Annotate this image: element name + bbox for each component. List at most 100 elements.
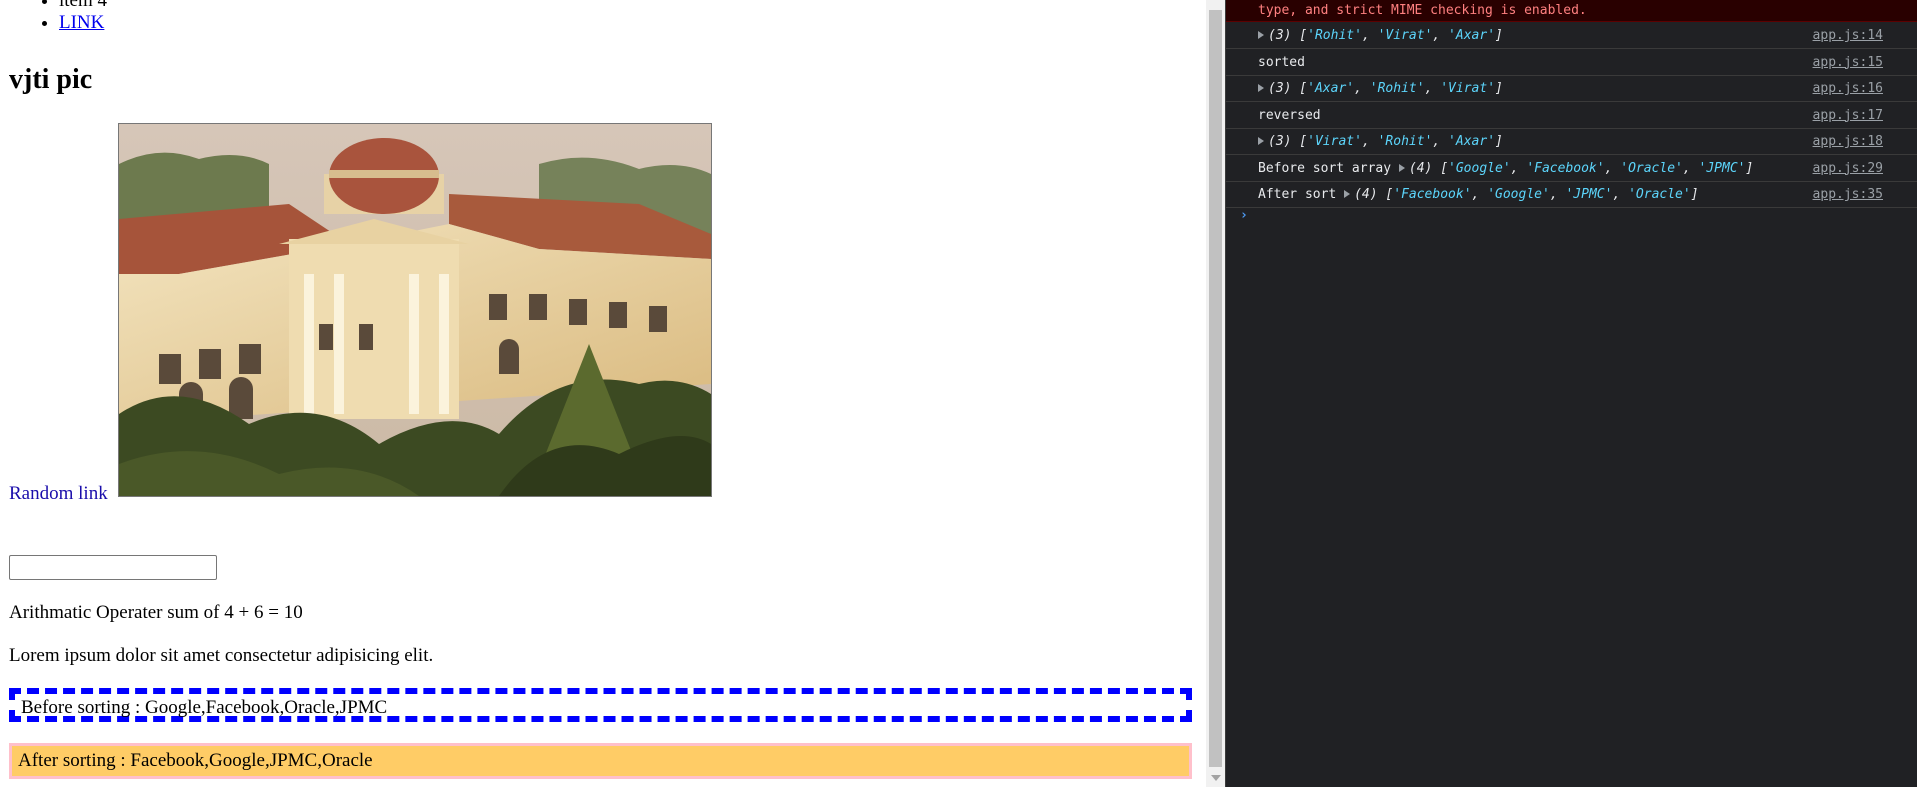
array-bracket: [ [1291,81,1308,96]
source-link[interactable]: app.js:16 [1813,76,1883,101]
console-label: Before sort array [1258,160,1392,176]
quote: ' [1416,81,1425,96]
source-link[interactable]: app.js:15 [1813,50,1883,75]
console-message[interactable]: Before sort array (4) ['Google', 'Facebo… [1258,156,1753,181]
web-page: item 4 LINK vjti pic [0,0,1206,787]
console-label: After sort [1258,187,1337,202]
page-scrollbar[interactable] [1206,0,1225,787]
devtools-console: type, and strict MIME checking is enable… [1225,0,1917,787]
array-string: Oracle [1628,160,1676,176]
array-bracket: [ [1291,28,1308,43]
array-string: Rohit [1385,134,1425,149]
source-link[interactable]: app.js:29 [1813,156,1883,181]
list-link[interactable]: LINK [59,12,104,33]
list-item: LINK [59,12,107,34]
comma: , [1682,160,1699,176]
quote: ' [1369,81,1378,96]
quote: ' [1354,28,1362,43]
item-list: item 4 LINK [0,0,107,34]
expand-triangle-icon[interactable] [1398,163,1405,172]
array-string: JPMC [1573,187,1605,202]
console-row: After sort (4) ['Facebook', 'Google', 'J… [1226,182,1917,208]
console-label: sorted [1258,54,1305,70]
quote: ' [1393,187,1402,202]
quote: ' [1526,160,1535,176]
expand-triangle-icon[interactable] [1344,190,1351,198]
quote: ' [1463,187,1472,202]
quote: ' [1307,28,1315,43]
quote: ' [1448,28,1456,43]
quote: ' [1737,160,1746,176]
array-string: Facebook [1401,187,1464,202]
quote: ' [1596,160,1605,176]
expand-triangle-icon[interactable] [1258,84,1264,92]
array-string: Google [1455,160,1503,176]
console-message[interactable]: (3) ['Virat', 'Rohit', 'Axar'] [1258,129,1503,154]
comma: , [1549,187,1566,202]
quote: ' [1487,81,1496,96]
page-heading: vjti pic [9,64,93,95]
source-link[interactable]: app.js:18 [1813,129,1883,154]
console-error-message: type, and strict MIME checking is enable… [1226,0,1917,22]
comma: , [1510,160,1527,176]
comma: , [1612,187,1629,202]
expand-triangle-icon[interactable] [1258,31,1264,39]
quote: ' [1354,134,1362,149]
console-row: (3) ['Virat', 'Rohit', 'Axar'] app.js:18 [1226,129,1917,155]
array-count: (3) [1268,134,1292,149]
scroll-down-arrow-icon[interactable] [1211,775,1221,781]
array-string: Virat [1448,81,1488,96]
array-string: Axar [1455,134,1488,149]
after-sorting-box: After sorting : Facebook,Google,JPMC,Ora… [9,743,1192,779]
array-bracket: [ [1377,187,1394,202]
quote: ' [1502,160,1511,176]
console-row: Before sort array (4) ['Google', 'Facebo… [1226,156,1917,182]
console-row: (3) ['Axar', 'Rohit', 'Virat'] app.js:16 [1226,76,1917,102]
text-input[interactable] [9,555,217,580]
comma: , [1424,81,1441,96]
quote: ' [1346,81,1355,96]
source-link[interactable]: app.js:17 [1813,103,1883,128]
sum-text: Arithmatic Operater sum of 4 + 6 = 10 [9,602,303,623]
comma: , [1471,187,1488,202]
array-bracket: [ [1432,160,1449,176]
quote: ' [1440,81,1449,96]
comma: , [1604,160,1621,176]
quote: ' [1448,134,1456,149]
array-string: Google [1495,187,1542,202]
array-string: Rohit [1314,28,1355,43]
array-string: Axar [1314,81,1347,96]
array-string: JPMC [1706,160,1738,176]
array-bracket: ] [1690,187,1699,202]
console-row: sorted app.js:15 [1226,50,1917,76]
console-label: reversed [1258,107,1321,123]
vjti-photo [118,123,712,497]
source-link[interactable]: app.js:35 [1813,182,1883,207]
array-bracket: [ [1291,134,1308,149]
array-string: Rohit [1377,81,1417,96]
list-item: item 4 [59,0,107,12]
quote: ' [1307,81,1315,96]
quote: ' [1487,187,1496,202]
console-message: sorted [1258,50,1305,75]
array-count: (4) [1354,187,1378,202]
console-message: reversed [1258,103,1321,128]
source-link[interactable]: app.js:14 [1813,23,1883,48]
array-string: Axar [1455,28,1488,43]
console-message[interactable]: (3) ['Rohit', 'Virat', 'Axar'] [1258,23,1503,48]
console-message[interactable]: (3) ['Axar', 'Rohit', 'Virat'] [1258,76,1503,101]
expand-triangle-icon[interactable] [1258,137,1264,145]
random-link[interactable]: Random link [9,483,108,505]
array-count: (4) [1408,160,1433,176]
console-row: reversed app.js:17 [1226,103,1917,129]
comma: , [1361,134,1378,149]
scroll-thumb[interactable] [1209,10,1222,767]
array-string: Facebook [1534,160,1597,176]
console-prompt[interactable]: › [1240,208,1248,223]
console-message[interactable]: After sort (4) ['Facebook', 'Google', 'J… [1258,182,1699,207]
quote: ' [1628,187,1636,202]
array-bracket: ] [1495,28,1503,43]
quote: ' [1541,187,1550,202]
quote: ' [1307,134,1315,149]
comma: , [1354,81,1370,96]
